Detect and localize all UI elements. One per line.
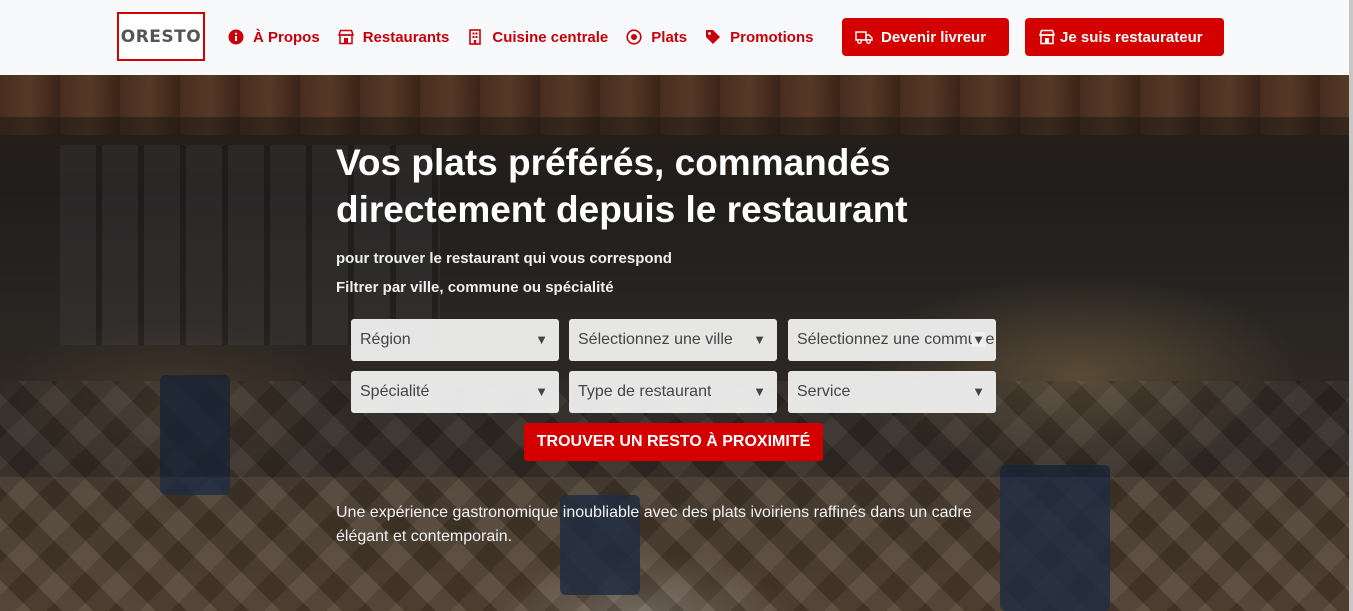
chevron-down-icon: ▼	[535, 384, 548, 399]
hero-filter-hint: Filtrer par ville, commune ou spécialité	[336, 279, 614, 296]
nav-item-restaurants[interactable]: Restaurants	[337, 28, 450, 46]
become-courier-label: Devenir livreur	[881, 28, 987, 46]
building-icon	[467, 29, 483, 45]
plate-icon	[626, 29, 642, 45]
nav-label-cuisine-centrale: Cuisine centrale	[492, 28, 609, 46]
hero-section: Vos plats préférés, commandés directemen…	[0, 75, 1353, 611]
chevron-down-icon: ▼	[753, 384, 766, 399]
hero-title: Vos plats préférés, commandés directemen…	[336, 142, 908, 230]
page-scrollbar[interactable]	[1349, 0, 1353, 611]
chevron-down-icon: ▼	[535, 332, 548, 347]
hero-subtitle: pour trouver le restaurant qui vous corr…	[336, 250, 672, 267]
restaurateur-label: Je suis restaurateur	[1060, 28, 1203, 46]
hero-description: Une expérience gastronomique inoubliable…	[336, 504, 972, 545]
service-select[interactable]: Service ▼	[788, 371, 996, 413]
info-circle-icon	[228, 29, 244, 45]
specialty-select[interactable]: Spécialité ▼	[351, 371, 559, 413]
become-courier-button[interactable]: Devenir livreur	[842, 18, 1009, 56]
nav-label-a-propos: À Propos	[253, 28, 320, 46]
city-select[interactable]: Sélectionnez une ville ▼	[569, 319, 777, 361]
tag-icon	[705, 29, 721, 45]
nav-label-promotions: Promotions	[730, 28, 814, 46]
nav-item-promotions[interactable]: Promotions	[705, 29, 813, 46]
restaurant-type-select[interactable]: Type de restaurant ▼	[569, 371, 777, 413]
logo[interactable]: ORESTO	[117, 12, 205, 61]
store-icon	[337, 29, 354, 45]
city-select-value: Sélectionnez une ville	[578, 331, 733, 348]
store-icon	[1038, 29, 1056, 45]
restaurateur-button[interactable]: Je suis restaurateur	[1025, 18, 1224, 56]
restaurant-type-select-value: Type de restaurant	[578, 383, 712, 400]
chevron-down-icon: ▼	[972, 332, 985, 347]
nav-label-restaurants: Restaurants	[362, 28, 450, 46]
nav-item-cuisine-centrale[interactable]: Cuisine centrale	[467, 29, 608, 46]
specialty-select-value: Spécialité	[360, 383, 430, 400]
region-select-value: Région	[360, 331, 411, 348]
region-select[interactable]: Région ▼	[351, 319, 559, 361]
chevron-down-icon: ▼	[972, 384, 985, 399]
nav-label-plats: Plats	[651, 28, 688, 46]
site-header: ORESTO À Propos Restaurants Cuisine cent…	[0, 0, 1353, 75]
find-restaurant-button[interactable]: TROUVER UN RESTO À PROXIMITÉ	[524, 423, 823, 461]
nav-item-plats[interactable]: Plats	[626, 29, 687, 46]
nav-item-a-propos[interactable]: À Propos	[228, 29, 320, 46]
chevron-down-icon: ▼	[753, 332, 766, 347]
logo-text: ORESTO	[120, 26, 202, 47]
commune-select-value: Sélectionnez une commune	[797, 331, 995, 348]
service-select-value: Service	[797, 383, 851, 400]
main-nav: À Propos Restaurants Cuisine centrale Pl…	[228, 26, 831, 48]
commune-select[interactable]: Sélectionnez une commune ▼	[788, 319, 996, 361]
truck-icon	[855, 29, 873, 45]
hero-content: Vos plats préférés, commandés directemen…	[0, 75, 1353, 611]
